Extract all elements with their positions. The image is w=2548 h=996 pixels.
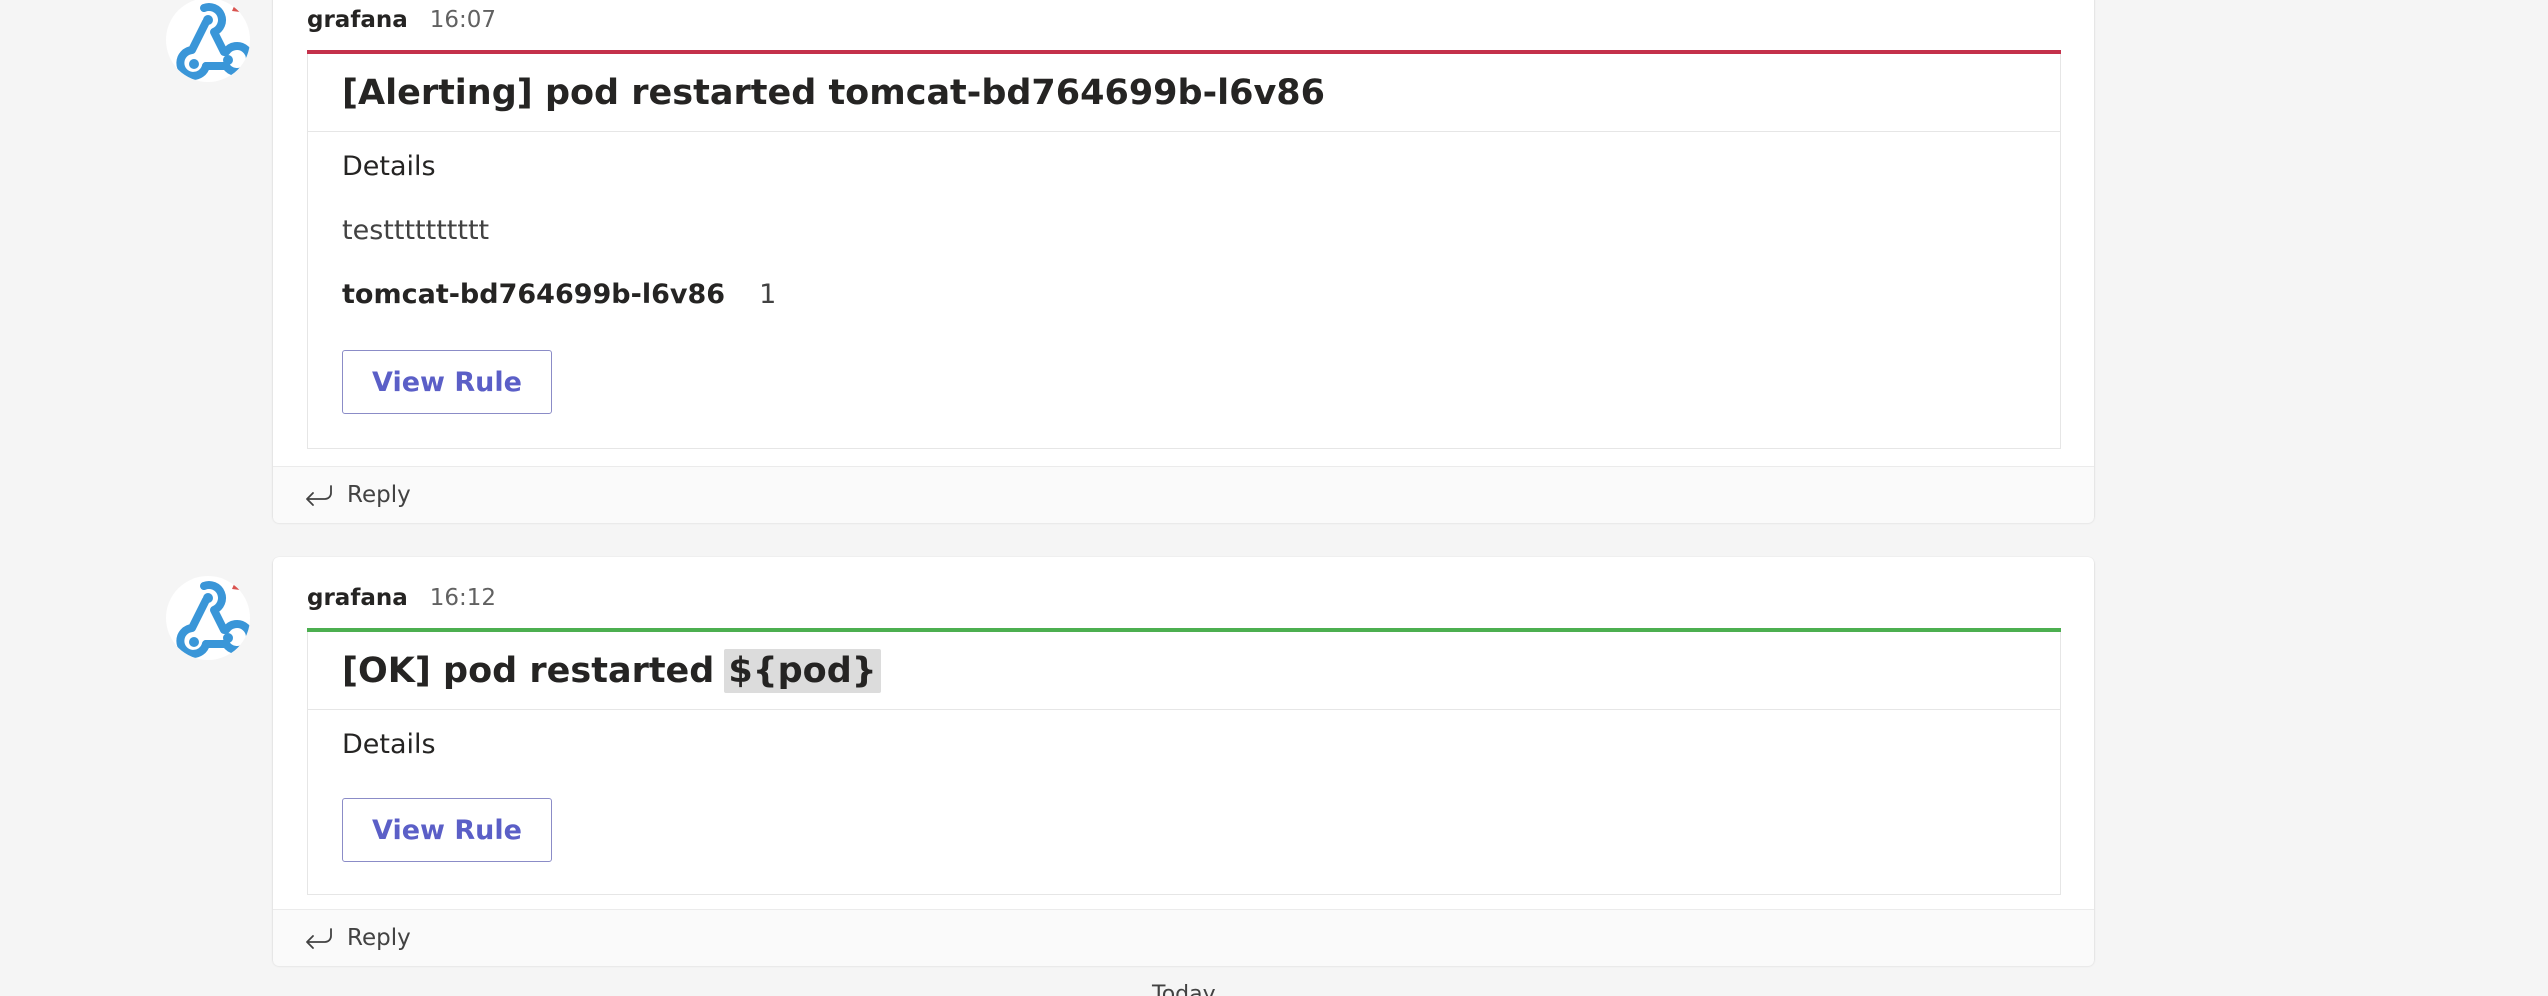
timestamp: 16:07 xyxy=(429,7,497,33)
webhook-icon xyxy=(176,3,250,80)
card-title-text: [OK] pod restarted xyxy=(342,650,715,691)
title-placeholder: ${pod} xyxy=(724,648,881,693)
webhook-icon xyxy=(176,581,250,658)
reply-button[interactable]: Reply xyxy=(273,466,2094,523)
adaptive-card: [OK] pod restarted ${pod} Details View R… xyxy=(307,628,2061,895)
view-rule-button[interactable]: View Rule xyxy=(342,798,552,862)
alert-description: testttttttttt xyxy=(342,215,490,246)
reply-label: Reply xyxy=(347,482,411,508)
date-divider: Today xyxy=(1152,982,1216,996)
fact-value: 1 xyxy=(759,279,777,310)
fact-name: tomcat-bd764699b-l6v86 xyxy=(342,279,726,310)
message-meta: grafana 16:07 xyxy=(307,0,496,40)
view-rule-button[interactable]: View Rule xyxy=(342,350,552,414)
details-label: Details xyxy=(342,729,436,760)
adaptive-card: [Alerting] pod restarted tomcat-bd764699… xyxy=(307,50,2061,449)
author-name[interactable]: grafana xyxy=(307,7,408,33)
message-meta: grafana 16:12 xyxy=(307,578,496,618)
author-name[interactable]: grafana xyxy=(307,585,408,611)
reply-label: Reply xyxy=(347,925,411,951)
reply-button[interactable]: Reply xyxy=(273,909,2094,966)
message-card-ok: grafana 16:12 [OK] pod restarted ${pod} … xyxy=(273,557,2094,966)
message-card-alerting: grafana 16:07 [Alerting] pod restarted t… xyxy=(273,0,2094,523)
reply-arrow-icon xyxy=(306,485,332,506)
timestamp: 16:12 xyxy=(429,585,497,611)
grafana-avatar[interactable] xyxy=(166,576,250,660)
fact-row: tomcat-bd764699b-l6v86 1 xyxy=(342,279,776,310)
teams-channel-conversation: grafana 16:07 [Alerting] pod restarted t… xyxy=(0,0,2548,996)
grafana-avatar[interactable] xyxy=(166,0,250,82)
reply-arrow-icon xyxy=(306,928,332,949)
card-title: [OK] pod restarted ${pod} xyxy=(308,632,2060,710)
details-label: Details xyxy=(342,151,436,182)
card-title: [Alerting] pod restarted tomcat-bd764699… xyxy=(308,54,2060,132)
